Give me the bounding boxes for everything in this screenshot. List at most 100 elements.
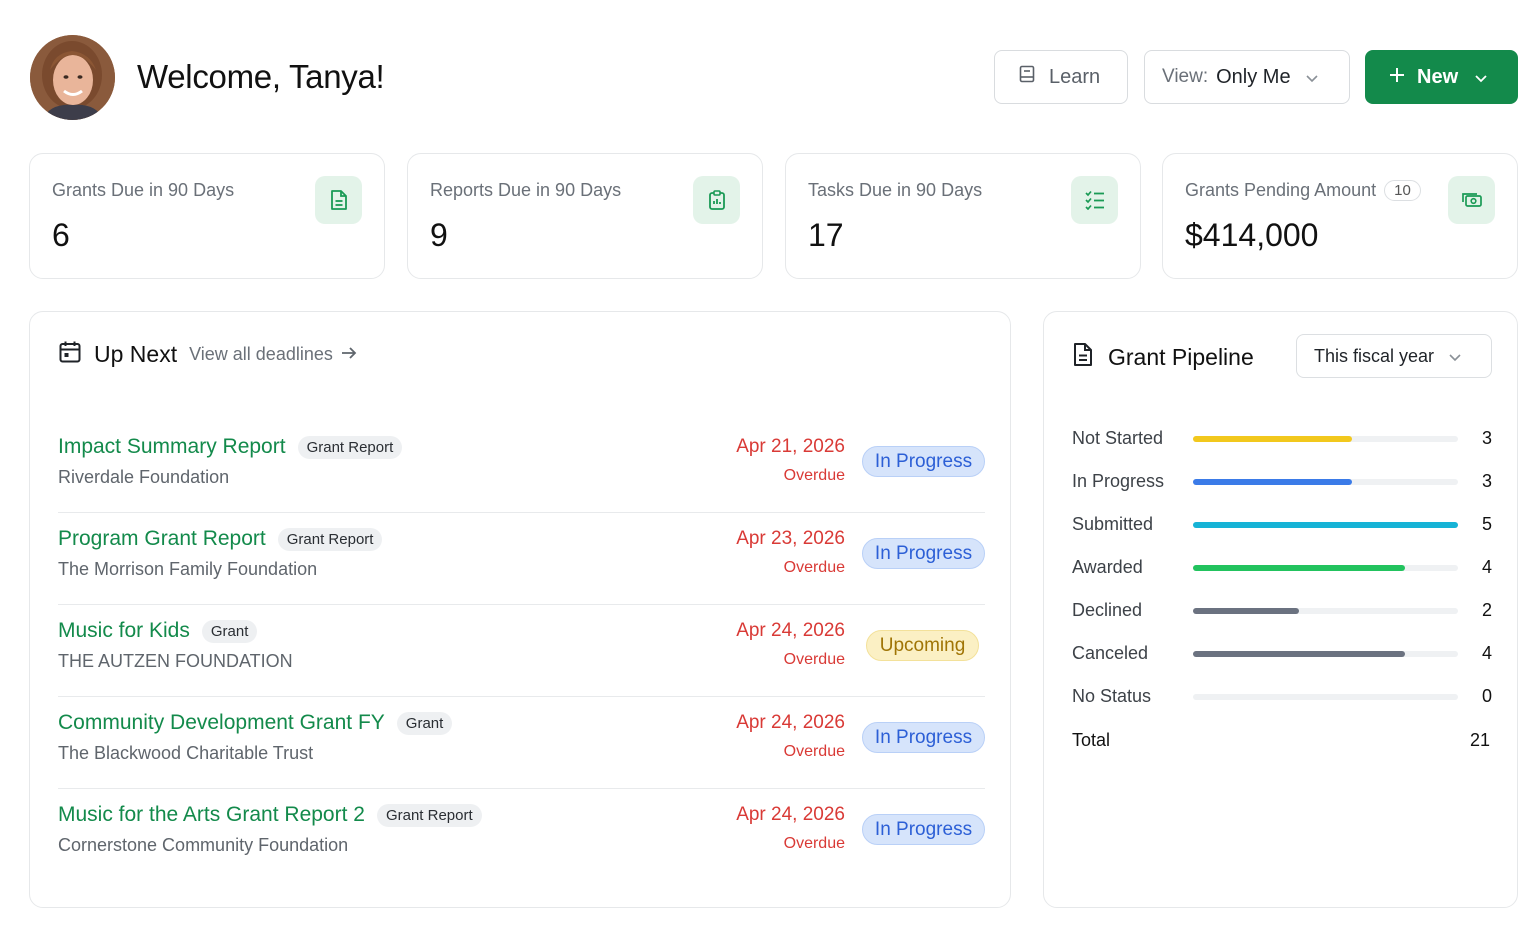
- count-badge: 10: [1384, 180, 1421, 201]
- pipeline-row-in-progress[interactable]: In Progress 3: [1072, 471, 1492, 495]
- status-badge: In Progress: [862, 722, 985, 753]
- due-date: Apr 23, 2026: [736, 528, 845, 549]
- progress-fill: [1193, 565, 1405, 571]
- progress-track: [1193, 436, 1458, 442]
- total-value: 21: [1469, 730, 1490, 750]
- due-date: Apr 24, 2026: [736, 804, 845, 825]
- chevron-down-icon: [1305, 66, 1319, 89]
- learn-button[interactable]: Learn: [994, 50, 1128, 104]
- item-organization: Riverdale Foundation: [58, 467, 230, 487]
- type-badge: Grant Report: [277, 527, 383, 551]
- period-select[interactable]: This fiscal year: [1296, 334, 1492, 378]
- pipeline-count: 2: [1481, 600, 1492, 620]
- stat-card-grants-due[interactable]: Grants Due in 90 Days 6: [29, 153, 385, 279]
- chevron-down-icon: [1448, 346, 1462, 367]
- type-badge: Grant: [396, 711, 453, 735]
- overdue-label: Overdue: [783, 651, 845, 668]
- due-date: Apr 24, 2026: [736, 712, 845, 733]
- item-title-link[interactable]: Impact Summary Report: [58, 435, 286, 459]
- document-icon: [1072, 342, 1094, 372]
- list-item[interactable]: Impact Summary Report Grant Report River…: [58, 421, 985, 513]
- learn-label: Learn: [1049, 65, 1101, 88]
- list-item[interactable]: Music for Kids Grant THE AUTZEN FOUNDATI…: [58, 605, 985, 697]
- progress-fill: [1193, 608, 1299, 614]
- status-badge: In Progress: [862, 814, 985, 845]
- item-organization: The Morrison Family Foundation: [58, 559, 318, 579]
- status-badge: In Progress: [862, 446, 985, 477]
- new-button[interactable]: New: [1365, 50, 1518, 104]
- stat-label: Tasks Due in 90 Days: [808, 180, 983, 200]
- pipeline-label: Not Started: [1072, 428, 1164, 448]
- status-badge: In Progress: [862, 538, 985, 569]
- pipeline-row-canceled[interactable]: Canceled 4: [1072, 643, 1492, 667]
- list-item[interactable]: Program Grant Report Grant Report The Mo…: [58, 513, 985, 605]
- stat-value: 6: [52, 217, 70, 253]
- item-title-link[interactable]: Program Grant Report: [58, 527, 266, 551]
- stat-label: Grants Due in 90 Days: [52, 180, 235, 200]
- period-value: This fiscal year: [1314, 345, 1435, 366]
- pipeline-count: 4: [1481, 557, 1492, 577]
- new-label: New: [1417, 65, 1459, 88]
- stat-card-pending-amount[interactable]: Grants Pending Amount 10 $414,000: [1162, 153, 1518, 279]
- item-organization: The Blackwood Charitable Trust: [58, 743, 314, 763]
- stat-value: $414,000: [1185, 217, 1319, 253]
- progress-fill: [1193, 522, 1458, 528]
- type-badge: Grant Report: [376, 803, 482, 827]
- pipeline-label: Awarded: [1072, 557, 1143, 577]
- grant-pipeline-panel: Grant Pipeline This fiscal year Not Star…: [1043, 311, 1518, 908]
- money-icon: [1448, 176, 1495, 224]
- stat-value: 17: [808, 217, 844, 253]
- progress-track: [1193, 651, 1458, 657]
- pipeline-count: 0: [1481, 686, 1492, 706]
- pipeline-label: Declined: [1072, 600, 1143, 620]
- overdue-label: Overdue: [783, 743, 845, 760]
- item-title-link[interactable]: Music for Kids: [58, 619, 190, 643]
- stat-card-tasks-due[interactable]: Tasks Due in 90 Days 17: [785, 153, 1141, 279]
- pipeline-row-not-started[interactable]: Not Started 3: [1072, 428, 1492, 452]
- pipeline-count: 3: [1481, 428, 1492, 448]
- item-title-link[interactable]: Music for the Arts Grant Report 2: [58, 803, 365, 827]
- section-title: Up Next: [94, 341, 178, 367]
- pipeline-label: No Status: [1072, 686, 1152, 706]
- item-title-link[interactable]: Community Development Grant FY: [58, 711, 385, 735]
- pipeline-row-no-status[interactable]: No Status 0: [1072, 686, 1492, 710]
- pipeline-row-submitted[interactable]: Submitted 5: [1072, 514, 1492, 538]
- type-badge: Grant: [201, 619, 258, 643]
- progress-fill: [1193, 479, 1352, 485]
- overdue-label: Overdue: [783, 559, 845, 576]
- stat-label: Reports Due in 90 Days: [430, 180, 622, 200]
- view-select[interactable]: View: Only Me: [1144, 50, 1350, 104]
- progress-fill: [1193, 436, 1352, 442]
- item-organization: THE AUTZEN FOUNDATION: [58, 651, 293, 671]
- pipeline-total: Total 21: [1072, 730, 1490, 751]
- clipboard-icon: [693, 176, 740, 224]
- overdue-label: Overdue: [783, 467, 845, 484]
- due-date: Apr 24, 2026: [736, 620, 845, 641]
- document-icon: [315, 176, 362, 224]
- stat-label: Grants Pending Amount 10: [1185, 180, 1421, 201]
- avatar: [30, 35, 115, 120]
- progress-track: [1193, 522, 1458, 528]
- up-next-panel: Up Next View all deadlines Impact Summar…: [29, 311, 1011, 908]
- stat-value: 9: [430, 217, 448, 253]
- book-icon: [1019, 65, 1035, 89]
- pipeline-label: In Progress: [1072, 471, 1165, 491]
- arrow-right-icon: [341, 344, 357, 365]
- pipeline-label: Canceled: [1072, 643, 1149, 663]
- plus-icon: [1389, 66, 1405, 89]
- progress-track: [1193, 479, 1458, 485]
- page-title: Welcome, Tanya!: [137, 58, 385, 95]
- list-item[interactable]: Community Development Grant FY Grant The…: [58, 697, 985, 789]
- progress-track: [1193, 694, 1458, 700]
- list-item[interactable]: Music for the Arts Grant Report 2 Grant …: [58, 789, 985, 881]
- pipeline-row-awarded[interactable]: Awarded 4: [1072, 557, 1492, 581]
- pipeline-row-declined[interactable]: Declined 2: [1072, 600, 1492, 624]
- section-title: Grant Pipeline: [1108, 343, 1254, 370]
- view-all-deadlines-link[interactable]: View all deadlines: [189, 344, 357, 365]
- stat-card-reports-due[interactable]: Reports Due in 90 Days 9: [407, 153, 763, 279]
- pipeline-label: Submitted: [1072, 514, 1154, 534]
- status-badge: Upcoming: [866, 630, 979, 661]
- item-organization: Cornerstone Community Foundation: [58, 835, 349, 855]
- pipeline-count: 5: [1481, 514, 1492, 534]
- progress-track: [1193, 608, 1458, 614]
